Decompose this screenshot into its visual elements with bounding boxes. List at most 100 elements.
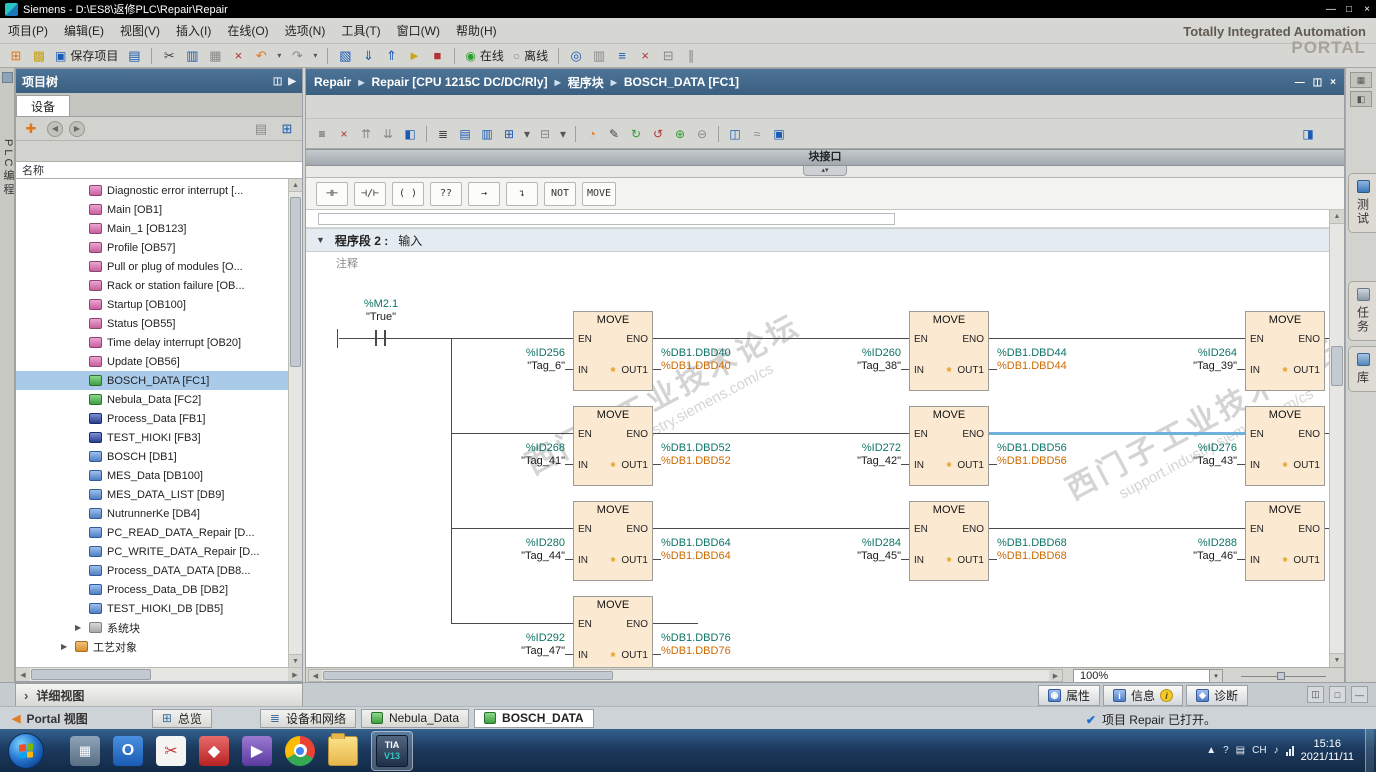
- symbol-table-icon[interactable]: ▥: [477, 124, 497, 144]
- scroll-up-icon[interactable]: ▲: [289, 179, 302, 192]
- zoom-select[interactable]: 100% ▾: [1073, 669, 1223, 683]
- tree-item[interactable]: BOSCH [DB1]: [16, 447, 302, 466]
- tree-item[interactable]: Main_1 [OB123]: [16, 219, 302, 238]
- scroll-right-icon[interactable]: ▶: [1049, 670, 1062, 681]
- tree-item[interactable]: Update [OB56]: [16, 352, 302, 371]
- tree-item[interactable]: Pull or plug of modules [O...: [16, 257, 302, 276]
- undo-dropdown-icon[interactable]: ▾: [274, 46, 284, 66]
- tree-item[interactable]: Diagnostic error interrupt [...: [16, 181, 302, 200]
- edit-icon[interactable]: ✎: [604, 124, 624, 144]
- settings-icon[interactable]: ▣: [769, 124, 789, 144]
- menu-tools[interactable]: 工具(T): [341, 22, 380, 39]
- cut-icon[interactable]: ✂: [159, 46, 179, 66]
- tree-item[interactable]: Time delay interrupt [OB20]: [16, 333, 302, 352]
- tree-item[interactable]: Process_Data_DB [DB2]: [16, 580, 302, 599]
- no-contact-icon[interactable]: ⊣⊢: [316, 181, 348, 206]
- input-operand[interactable]: %ID276 "Tag_43": [1125, 442, 1237, 468]
- expand-arrow-icon[interactable]: ▶: [61, 642, 70, 651]
- download-icon[interactable]: ⇓: [358, 46, 378, 66]
- editor-close-icon[interactable]: ×: [1330, 77, 1336, 88]
- tab-bosch-data[interactable]: BOSCH_DATA: [474, 708, 594, 728]
- tab-devices[interactable]: 设备: [16, 95, 71, 116]
- tree-item[interactable]: Startup [OB100]: [16, 295, 302, 314]
- stop-cpu-icon[interactable]: ■: [427, 46, 447, 66]
- close-window-icon[interactable]: ×: [635, 46, 655, 66]
- help-tray-icon[interactable]: ?: [1223, 745, 1229, 756]
- breadcrumb-program-blocks[interactable]: 程序块: [568, 74, 604, 91]
- tab-nebula-data[interactable]: Nebula_Data: [360, 708, 470, 728]
- inspector-minimize-icon[interactable]: —: [1351, 686, 1368, 703]
- compile-block-icon[interactable]: ↻: [626, 124, 646, 144]
- left-task-strip[interactable]: PLC编程: [0, 68, 15, 682]
- tree-item[interactable]: Status [OB55]: [16, 314, 302, 333]
- start-simulation-icon[interactable]: ▥: [589, 46, 609, 66]
- zoom-dropdown-icon[interactable]: ▾: [1209, 670, 1222, 682]
- scrollbar-thumb[interactable]: [290, 197, 301, 367]
- tree-item-selected[interactable]: BOSCH_DATA [FC1]: [16, 371, 302, 390]
- input-operand[interactable]: %ID264 "Tag_39": [1125, 347, 1237, 373]
- expand-all-icon[interactable]: ⊞: [277, 119, 297, 139]
- tab-devices-networks[interactable]: ≣ 设备和网络: [259, 708, 356, 728]
- insert-box-dropdown-icon[interactable]: ▾: [521, 124, 533, 144]
- menu-window[interactable]: 窗口(W): [397, 22, 440, 39]
- delete-row-icon[interactable]: ×: [334, 124, 354, 144]
- move-block[interactable]: MOVE EN ENO IN OUT1 *: [909, 311, 989, 391]
- splitter-grip[interactable]: ▴▾: [803, 166, 847, 176]
- tab-properties[interactable]: ◉ 属性: [1038, 685, 1101, 706]
- tree-item[interactable]: Rack or station failure [OB...: [16, 276, 302, 295]
- menu-project[interactable]: 项目(P): [8, 22, 48, 39]
- output-operand[interactable]: %DB1.DBD44 %DB1.DBD44: [997, 347, 1109, 373]
- explorer-icon[interactable]: [328, 732, 358, 766]
- absolute-operand-icon[interactable]: ◧: [400, 124, 420, 144]
- tab-libraries[interactable]: 库: [1348, 346, 1376, 392]
- app-icon[interactable]: ◆: [199, 735, 229, 766]
- detail-view-bar[interactable]: › 详细视图: [15, 683, 303, 707]
- editor-vertical-scrollbar[interactable]: ▲ ▼: [1329, 210, 1344, 667]
- input-operand[interactable]: %ID292 "Tag_47": [453, 632, 565, 658]
- tia-portal-taskbar-button[interactable]: TIA V13: [371, 730, 413, 771]
- open-branch-icon[interactable]: ⊟: [535, 124, 555, 144]
- addressing-toggle-icon[interactable]: ◨: [1298, 124, 1318, 144]
- move-block[interactable]: MOVE EN ENO IN OUT1 *: [1245, 501, 1325, 581]
- open-branch-icon[interactable]: →: [468, 181, 500, 206]
- contact-operand[interactable]: %M2.1 "True": [326, 298, 436, 324]
- tree-item[interactable]: PC_WRITE_DATA_Repair [D...: [16, 542, 302, 561]
- tree-item[interactable]: MES_DATA_LIST [DB9]: [16, 485, 302, 504]
- statement-list-icon[interactable]: ▤: [455, 124, 475, 144]
- tree-item[interactable]: Process_DATA_DATA [DB8...: [16, 561, 302, 580]
- scroll-right-icon[interactable]: ▶: [288, 668, 302, 681]
- input-operand[interactable]: %ID256 "Tag_6": [453, 347, 565, 373]
- inspector-float-icon[interactable]: ◫: [1307, 686, 1324, 703]
- tree-item-system-blocks[interactable]: ▶ 系统块: [16, 618, 302, 637]
- sync-online-icon[interactable]: ↺: [648, 124, 668, 144]
- accessible-devices-icon[interactable]: ◎: [566, 46, 586, 66]
- scroll-up-icon[interactable]: ▲: [1330, 210, 1344, 224]
- editor-horizontal-scrollbar[interactable]: ◀ ▶: [308, 669, 1063, 682]
- tab-overview[interactable]: ⊞ 总览: [151, 708, 212, 728]
- back-icon[interactable]: ◀: [47, 120, 63, 137]
- move-block[interactable]: MOVE EN ENO IN OUT1 *: [573, 501, 653, 581]
- paste-icon[interactable]: ▦: [205, 46, 225, 66]
- upload-icon[interactable]: ⇑: [381, 46, 401, 66]
- open-project-icon[interactable]: ▩: [29, 46, 49, 66]
- tree-horizontal-scrollbar[interactable]: ◀ ▶: [16, 667, 302, 681]
- portal-view-button[interactable]: ◀ Portal 视图: [6, 710, 94, 727]
- outlook-icon[interactable]: O: [113, 735, 143, 766]
- move-block[interactable]: MOVE EN ENO IN OUT1 *: [573, 596, 653, 667]
- scroll-left-icon[interactable]: ◀: [16, 668, 30, 681]
- keyboard-tray-icon[interactable]: ▤: [1236, 745, 1245, 756]
- redo-icon[interactable]: ↷: [287, 46, 307, 66]
- network-comment[interactable]: 注释: [306, 252, 1344, 274]
- inspector-maximize-icon[interactable]: □: [1329, 686, 1346, 703]
- compile-icon[interactable]: ▧: [335, 46, 355, 66]
- move-instruction-button[interactable]: MOVE: [582, 181, 617, 206]
- move-block[interactable]: MOVE EN ENO IN OUT1 *: [573, 311, 653, 391]
- tab-testing[interactable]: 测试: [1348, 173, 1376, 233]
- menu-options[interactable]: 选项(N): [285, 22, 326, 39]
- close-branch-icon[interactable]: ▾: [557, 124, 569, 144]
- tree-item[interactable]: TEST_HIOKI [FB3]: [16, 428, 302, 447]
- input-operand[interactable]: %ID288 "Tag_46": [1125, 537, 1237, 563]
- ladder-canvas[interactable]: 西门子工业技术论坛 support.industry.siemens.com/c…: [306, 274, 1344, 667]
- tree-vertical-scrollbar[interactable]: ▲ ▼: [288, 179, 302, 667]
- move-block[interactable]: MOVE EN ENO IN OUT1 *: [1245, 406, 1325, 486]
